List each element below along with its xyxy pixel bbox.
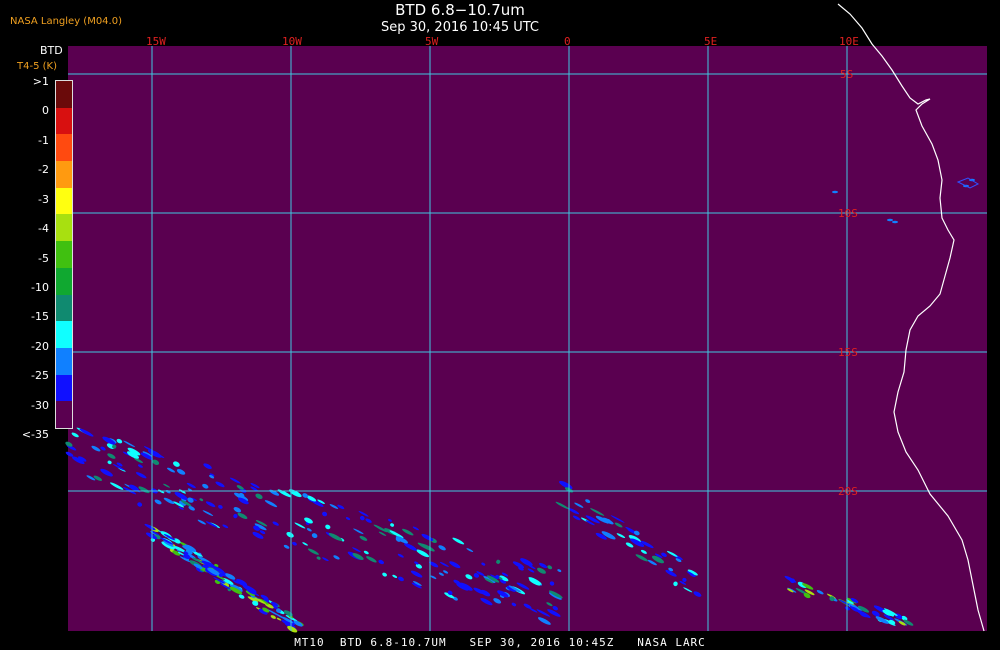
legend-label-6: -5 — [38, 251, 49, 265]
lon-label-10w: 10W — [282, 35, 302, 48]
lat-label-5s: 5S — [840, 68, 853, 81]
legend-label-10: -25 — [31, 369, 49, 383]
legend-label-2: -1 — [38, 133, 49, 147]
legend-label-1: 0 — [42, 104, 49, 118]
legend-label-4: -3 — [38, 192, 49, 206]
legend-swatch-3 — [56, 161, 72, 188]
lon-label-5e: 5E — [704, 35, 717, 48]
lon-label-5w: 5W — [425, 35, 439, 48]
legend-title: BTD — [40, 44, 63, 57]
legend-swatch-4 — [56, 187, 72, 215]
cloud-speck — [832, 190, 838, 194]
legend-swatch-12 — [56, 401, 72, 428]
legend-swatch-8 — [56, 294, 72, 322]
lat-label-20s: 20S — [838, 485, 858, 498]
legend-swatch-7 — [56, 267, 72, 295]
legend-swatch-5 — [56, 214, 72, 242]
legend-label-12: <-35 — [21, 428, 49, 441]
legend-swatch-1 — [56, 107, 72, 135]
legend-swatch-6 — [56, 241, 72, 268]
legend-label-9: -20 — [31, 339, 49, 353]
lon-label-15w: 15W — [146, 35, 166, 48]
legend-label-5: -4 — [38, 222, 49, 236]
legend-label-3: -2 — [38, 163, 49, 177]
lon-label-0: 0 — [564, 35, 571, 48]
satellite-map: 15W 10W 5W 0 5E 10E 5S 10S 15S 20S — [65, 3, 987, 633]
legend-swatch-2 — [56, 134, 72, 162]
legend-swatch-10 — [56, 347, 72, 375]
cloud-speck — [887, 218, 893, 222]
lon-label-10e: 10E — [839, 35, 859, 48]
plot-area — [68, 46, 987, 631]
legend-label-0: >1 — [32, 75, 49, 88]
product-title: BTD 6.8−10.7um — [395, 1, 525, 19]
legend-swatch-0 — [56, 81, 72, 108]
legend-label-7: -10 — [31, 280, 49, 294]
legend-label-11: -30 — [31, 398, 49, 412]
legend-swatch-9 — [56, 321, 72, 348]
legend-subtitle: T4-5 (K) — [17, 61, 57, 72]
legend-label-8: -15 — [31, 310, 49, 324]
cloud-speck — [892, 220, 898, 224]
legend-swatch-11 — [56, 374, 72, 402]
timestamp: Sep 30, 2016 10:45 UTC — [380, 20, 540, 35]
lat-label-15s: 15S — [838, 346, 858, 359]
lat-label-10s: 10S — [838, 207, 858, 220]
footer-caption: MT10 BTD 6.8-10.7UM SEP 30, 2016 10:45Z … — [294, 636, 706, 649]
color-legend-bar — [55, 80, 73, 429]
